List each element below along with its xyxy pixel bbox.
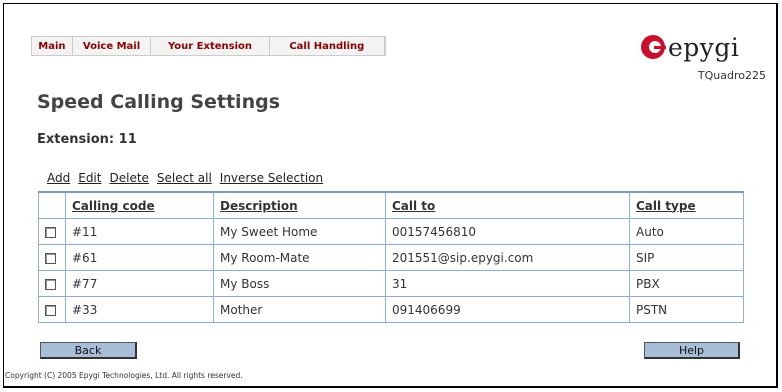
table-row: #77 My Boss 31 PBX	[38, 270, 744, 297]
call-type-cell: PBX	[629, 270, 744, 297]
calling-code-cell: #61	[65, 244, 214, 271]
back-button[interactable]: Back	[40, 342, 137, 359]
call-to-cell: 00157456810	[385, 218, 630, 245]
tab-main[interactable]: Main	[32, 37, 73, 55]
row-checkbox[interactable]	[45, 226, 56, 238]
calling-code-cell: #77	[65, 270, 214, 297]
calling-code-cell: #33	[65, 296, 214, 323]
row-select-cell	[38, 296, 66, 323]
description-cell: My Sweet Home	[213, 218, 386, 245]
tab-call-handling[interactable]: Call Handling	[270, 37, 385, 55]
row-select-cell	[38, 244, 66, 271]
table-row: #11 My Sweet Home 00157456810 Auto	[38, 218, 744, 245]
column-header-call-type[interactable]: Call type	[629, 191, 744, 219]
top-nav: Main Voice Mail Your Extension Call Hand…	[31, 36, 386, 56]
tab-your-extension[interactable]: Your Extension	[151, 37, 270, 55]
call-type-cell: PSTN	[629, 296, 744, 323]
logo-mark-icon	[641, 35, 666, 59]
edit-link[interactable]: Edit	[78, 171, 101, 185]
call-type-cell: Auto	[629, 218, 744, 245]
call-to-cell: 31	[385, 270, 630, 297]
tab-voice-mail[interactable]: Voice Mail	[73, 37, 152, 55]
call-to-cell: 201551@sip.epygi.com	[385, 244, 630, 271]
copyright-text: Copyright (C) 2005 Epygi Technologies, L…	[5, 371, 243, 380]
help-button[interactable]: Help	[644, 342, 740, 359]
action-links: Add Edit Delete Select all Inverse Selec…	[47, 171, 323, 185]
speed-calling-table: Calling code Description Call to Call ty…	[38, 191, 744, 323]
column-header-description[interactable]: Description	[213, 191, 386, 219]
row-checkbox[interactable]	[45, 304, 56, 316]
call-to-cell: 091406699	[385, 296, 630, 323]
description-cell: My Boss	[213, 270, 386, 297]
page-title: Speed Calling Settings	[37, 91, 281, 113]
table-row: #33 Mother 091406699 PSTN	[38, 296, 744, 323]
model-label: TQuadro225	[697, 69, 766, 82]
row-checkbox[interactable]	[45, 252, 56, 264]
delete-link[interactable]: Delete	[109, 171, 148, 185]
table-row: #61 My Room-Mate 201551@sip.epygi.com SI…	[38, 244, 744, 271]
column-header-calling-code[interactable]: Calling code	[65, 191, 214, 219]
select-all-link[interactable]: Select all	[157, 171, 212, 185]
select-column-header	[38, 191, 66, 219]
calling-code-cell: #11	[65, 218, 214, 245]
column-header-call-to[interactable]: Call to	[385, 191, 630, 219]
epygi-logo: epygi	[640, 32, 750, 62]
description-cell: My Room-Mate	[213, 244, 386, 271]
row-select-cell	[38, 218, 66, 245]
row-select-cell	[38, 270, 66, 297]
logo-text: epygi	[668, 32, 740, 62]
description-cell: Mother	[213, 296, 386, 323]
row-checkbox[interactable]	[45, 278, 56, 290]
table-header-row: Calling code Description Call to Call ty…	[38, 191, 744, 219]
extension-label: Extension: 11	[37, 132, 137, 147]
inverse-selection-link[interactable]: Inverse Selection	[220, 171, 323, 185]
add-link[interactable]: Add	[47, 171, 70, 185]
call-type-cell: SIP	[629, 244, 744, 271]
